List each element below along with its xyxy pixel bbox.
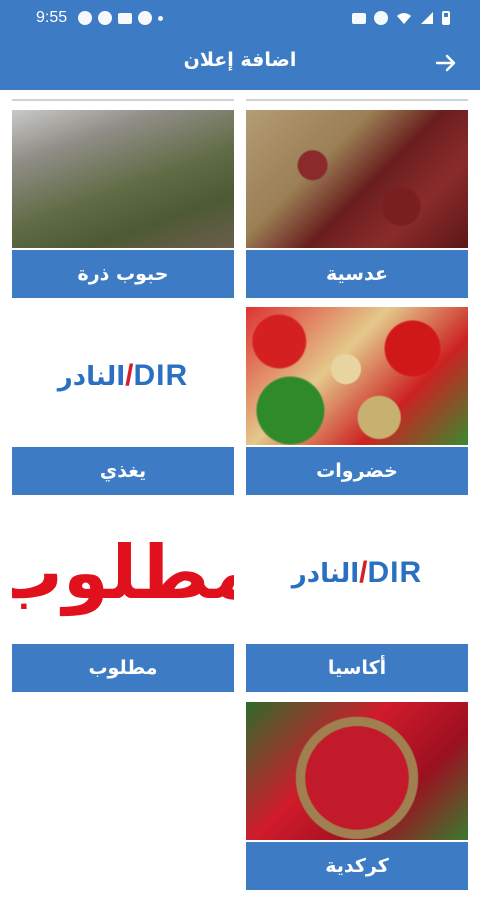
category-label: مطلوب (12, 644, 234, 692)
logo-arabic: النادر (291, 559, 360, 589)
wanted-banner: مطلوب (12, 504, 234, 642)
category-label: عدسية (246, 250, 468, 298)
signal-icon (421, 12, 433, 24)
wifi-icon (397, 13, 411, 24)
category-label: يغذي (12, 447, 234, 495)
nadir-logo: النادر/DIR (12, 307, 234, 445)
status-right-icons (352, 11, 450, 25)
nadir-logo: النادر/DIR (246, 504, 468, 642)
dot-icon (158, 15, 163, 21)
whatsapp-icon (78, 11, 92, 25)
category-label: كركدية (246, 842, 468, 890)
battery-icon (442, 11, 450, 25)
category-label: خضروات (246, 447, 468, 495)
divider (12, 99, 234, 101)
alarm-icon (374, 11, 388, 25)
sorghum-photo (12, 110, 234, 248)
logo-text: النادر/DIR (58, 359, 188, 393)
hibiscus-photo (246, 702, 468, 840)
category-label: أكاسيا (246, 644, 468, 692)
status-bar: 9:55 (0, 0, 480, 36)
wanted-banner-text: مطلوب (12, 530, 234, 616)
page-title: اضافة إعلان (183, 49, 297, 71)
logo-slash: / (359, 556, 368, 589)
app-bar: اضافة إعلان (0, 36, 480, 90)
logo-latin: DIR (133, 359, 189, 392)
back-button[interactable] (428, 48, 464, 78)
arrow-right-icon (435, 54, 456, 72)
logo-text: النادر/DIR (292, 556, 422, 590)
divider (246, 99, 468, 101)
logo-slash: / (125, 359, 134, 392)
lock-icon (352, 12, 366, 24)
status-left-icons (78, 11, 163, 25)
lentils-photo (246, 110, 468, 248)
category-label: حبوب ذرة (12, 250, 234, 298)
logo-arabic: النادر (57, 362, 126, 392)
vegetables-photo (246, 307, 468, 445)
status-time: 9:55 (36, 9, 68, 26)
logo-latin: DIR (367, 556, 423, 589)
skype-icon (138, 11, 152, 25)
cast-icon (118, 12, 132, 24)
messenger-icon (98, 11, 112, 25)
